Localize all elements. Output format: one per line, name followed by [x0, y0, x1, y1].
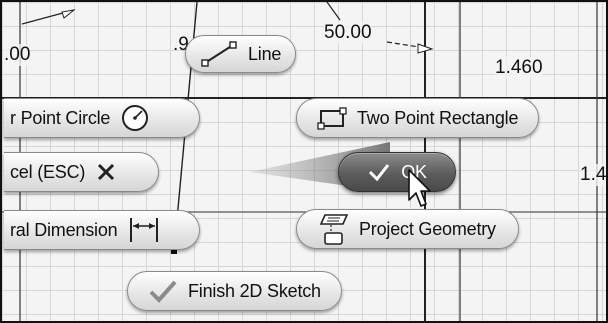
finish-2d-sketch-label: Finish 2D Sketch [188, 280, 321, 301]
dimension-value[interactable]: 1.460 [495, 57, 543, 79]
rectangle-tool-icon [317, 106, 347, 130]
general-dimension-label: ral Dimension [10, 219, 118, 240]
circle-tool-icon [120, 103, 150, 133]
line-button[interactable]: Line [185, 35, 297, 73]
project-geometry-button[interactable]: Project Geometry [296, 209, 519, 249]
finish-2d-sketch-button[interactable]: Finish 2D Sketch [127, 271, 342, 311]
line-button-label: Line [248, 43, 282, 64]
center-point-circle-button[interactable]: r Point Circle [4, 98, 200, 138]
cancel-label: cel (ESC) [10, 161, 86, 182]
two-point-rectangle-label: Two Point Rectangle [357, 107, 519, 128]
cancel-button[interactable]: cel (ESC) [4, 152, 159, 192]
dimension-value[interactable]: .00 [4, 44, 31, 66]
general-dimension-button[interactable]: ral Dimension [4, 210, 200, 250]
project-geometry-icon [319, 212, 349, 246]
checkmark-icon [367, 162, 391, 182]
dimension-tool-icon [127, 216, 161, 244]
checkmark-icon [148, 279, 178, 303]
close-icon [95, 161, 117, 183]
dimension-value[interactable]: 1.4 [580, 164, 606, 186]
sketch-canvas[interactable]: .00 .9 50.00 1.460 1.4 Line r Point Circ… [0, 0, 608, 323]
two-point-rectangle-button[interactable]: Two Point Rectangle [296, 98, 540, 138]
mouse-cursor-icon [408, 169, 431, 207]
project-geometry-label: Project Geometry [359, 218, 496, 239]
dimension-value[interactable]: 50.00 [324, 22, 372, 44]
center-point-circle-label: r Point Circle [10, 107, 111, 128]
ok-button[interactable]: OK [338, 152, 456, 192]
line-tool-icon [200, 39, 238, 69]
